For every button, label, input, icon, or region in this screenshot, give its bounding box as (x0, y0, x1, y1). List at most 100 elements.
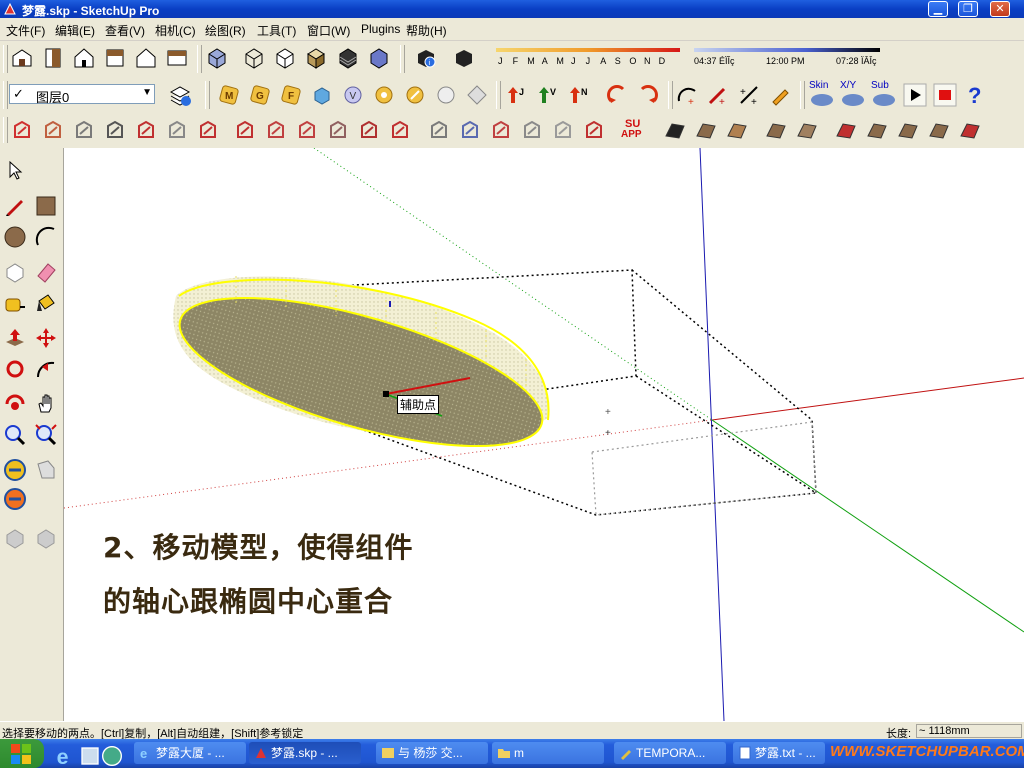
terrain-tool-2-icon[interactable] (694, 118, 718, 142)
xray-style-icon[interactable] (205, 46, 229, 70)
edit-tool-7-icon[interactable] (196, 118, 220, 142)
plugin-v-icon[interactable]: V (341, 83, 365, 107)
toolbar-grip[interactable] (3, 45, 8, 73)
su-app-button[interactable]: SU APP (621, 118, 649, 142)
toolbar-grip[interactable] (496, 81, 501, 109)
plugin-rotate-left-icon[interactable] (605, 83, 629, 107)
menu-tools[interactable]: 工具(T) (257, 22, 296, 39)
arc-icon[interactable] (34, 225, 58, 249)
plugin-arc-icon[interactable]: + (675, 83, 699, 107)
get-models-icon[interactable] (3, 458, 27, 482)
edit-tool-4-icon[interactable] (103, 118, 127, 142)
length-value-box[interactable]: ~ 1118mm (916, 724, 1022, 738)
edit-tool-9-icon[interactable] (264, 118, 288, 142)
edit-tool-19-icon[interactable] (582, 118, 606, 142)
edit-tool-8-icon[interactable] (233, 118, 257, 142)
task-chat-window[interactable]: 与 杨莎 交... (376, 742, 488, 764)
edit-tool-14-icon[interactable] (427, 118, 451, 142)
component-disabled-2-icon[interactable] (34, 526, 58, 550)
task-temp-window[interactable]: TEMPORA... (614, 742, 726, 764)
edit-tool-16-icon[interactable] (489, 118, 513, 142)
paint-bucket-icon[interactable] (34, 291, 58, 315)
chevron-down-icon[interactable]: ▼ (142, 87, 152, 98)
edit-tool-17-icon[interactable] (520, 118, 544, 142)
stop-icon[interactable] (933, 83, 957, 107)
right-view-icon[interactable] (103, 46, 127, 70)
menu-window[interactable]: 窗口(W) (307, 22, 350, 39)
make-component-icon[interactable] (3, 260, 27, 284)
menu-camera[interactable]: 相机(C) (155, 22, 196, 39)
shadow-time-slider[interactable]: 04:37 ÉÏÎç 12:00 PM 07:28 ÏÂÎç (694, 46, 880, 72)
textured-style-icon[interactable] (336, 46, 360, 70)
menu-file[interactable]: 文件(F) (6, 22, 45, 39)
terrain-tool-6-icon[interactable] (834, 118, 858, 142)
push-pull-icon[interactable] (3, 326, 27, 350)
menu-edit[interactable]: 编辑(E) (55, 22, 95, 39)
plugin-m-icon[interactable]: M (217, 83, 241, 107)
toolbar-grip[interactable] (205, 81, 210, 109)
plugin-rotate-right-icon[interactable] (636, 83, 660, 107)
shadow-settings-icon[interactable]: i (414, 46, 438, 70)
zoom-extents-icon[interactable] (34, 423, 58, 447)
task-sketchup-window[interactable]: 梦露.skp - ... (249, 742, 361, 764)
toolbar-grip[interactable] (197, 45, 202, 73)
sketchup-app-icon[interactable] (3, 2, 17, 16)
ie-quicklaunch-icon[interactable]: e (54, 744, 72, 768)
plugin-cube-icon[interactable] (310, 83, 334, 107)
follow-me-icon[interactable] (34, 357, 58, 381)
plugin-xy-button[interactable]: X/Y (839, 80, 867, 110)
terrain-tool-5-icon[interactable] (795, 118, 819, 142)
terrain-tool-10-icon[interactable] (958, 118, 982, 142)
zoom-icon[interactable] (3, 423, 27, 447)
edit-tool-3-icon[interactable] (72, 118, 96, 142)
toolbar-grip[interactable] (800, 81, 805, 109)
plugin-line-plus-icon[interactable]: + + (737, 83, 761, 107)
toolbar-grip[interactable] (3, 81, 8, 109)
plugin-arrow-v-icon[interactable]: V (536, 83, 560, 107)
top-view-icon[interactable] (41, 46, 65, 70)
edit-tool-2-icon[interactable] (41, 118, 65, 142)
help-question-icon[interactable]: ? (964, 83, 988, 107)
menu-draw[interactable]: 绘图(R) (205, 22, 246, 39)
edit-tool-13-icon[interactable] (388, 118, 412, 142)
select-arrow-icon[interactable] (3, 158, 27, 182)
menu-plugins[interactable]: Plugins (361, 22, 400, 36)
plugin-sub-button[interactable]: Sub (870, 80, 898, 110)
iso-view-icon[interactable] (10, 46, 34, 70)
ellipse-disc[interactable] (165, 267, 557, 476)
wireframe-style-icon[interactable] (242, 46, 266, 70)
monochrome-style-icon[interactable] (367, 46, 391, 70)
task-notepad-window[interactable]: 梦露.txt - ... (733, 742, 825, 764)
plugin-arrow-j-icon[interactable]: J (505, 83, 529, 107)
edit-tool-15-icon[interactable] (458, 118, 482, 142)
edit-tool-1-icon[interactable] (10, 118, 34, 142)
terrain-tool-3-icon[interactable] (725, 118, 749, 142)
shaded-style-icon[interactable] (304, 46, 328, 70)
toolbar-grip[interactable] (3, 117, 8, 143)
pan-hand-icon[interactable] (34, 392, 58, 416)
plugin-gear-icon[interactable] (372, 83, 396, 107)
back-view-icon[interactable] (134, 46, 158, 70)
desktop-quicklaunch-icon[interactable] (78, 744, 99, 765)
hidden-line-style-icon[interactable] (273, 46, 297, 70)
edit-tool-18-icon[interactable] (551, 118, 575, 142)
shadow-date-slider[interactable]: JFMAMJJASOND (496, 46, 680, 72)
front-view-icon[interactable] (72, 46, 96, 70)
close-button[interactable]: ✕ (990, 1, 1010, 17)
terrain-tool-8-icon[interactable] (896, 118, 920, 142)
rotate-icon[interactable] (3, 357, 27, 381)
plugin-g-icon[interactable]: G (248, 83, 272, 107)
share-model-icon[interactable] (34, 458, 58, 482)
display-shadows-icon[interactable] (452, 46, 476, 70)
start-button[interactable] (0, 739, 44, 768)
get-photo-texture-icon[interactable] (3, 487, 27, 511)
plugin-sphere-icon[interactable] (434, 83, 458, 107)
orbit-icon[interactable] (3, 392, 27, 416)
terrain-tool-9-icon[interactable] (927, 118, 951, 142)
menu-view[interactable]: 查看(V) (105, 22, 145, 39)
layer-dropdown[interactable]: ✓ 图层0 ▼ (9, 84, 155, 105)
terrain-tool-7-icon[interactable] (865, 118, 889, 142)
circle-icon[interactable] (3, 225, 27, 249)
edit-tool-11-icon[interactable] (326, 118, 350, 142)
plugin-brush-icon[interactable] (403, 83, 427, 107)
